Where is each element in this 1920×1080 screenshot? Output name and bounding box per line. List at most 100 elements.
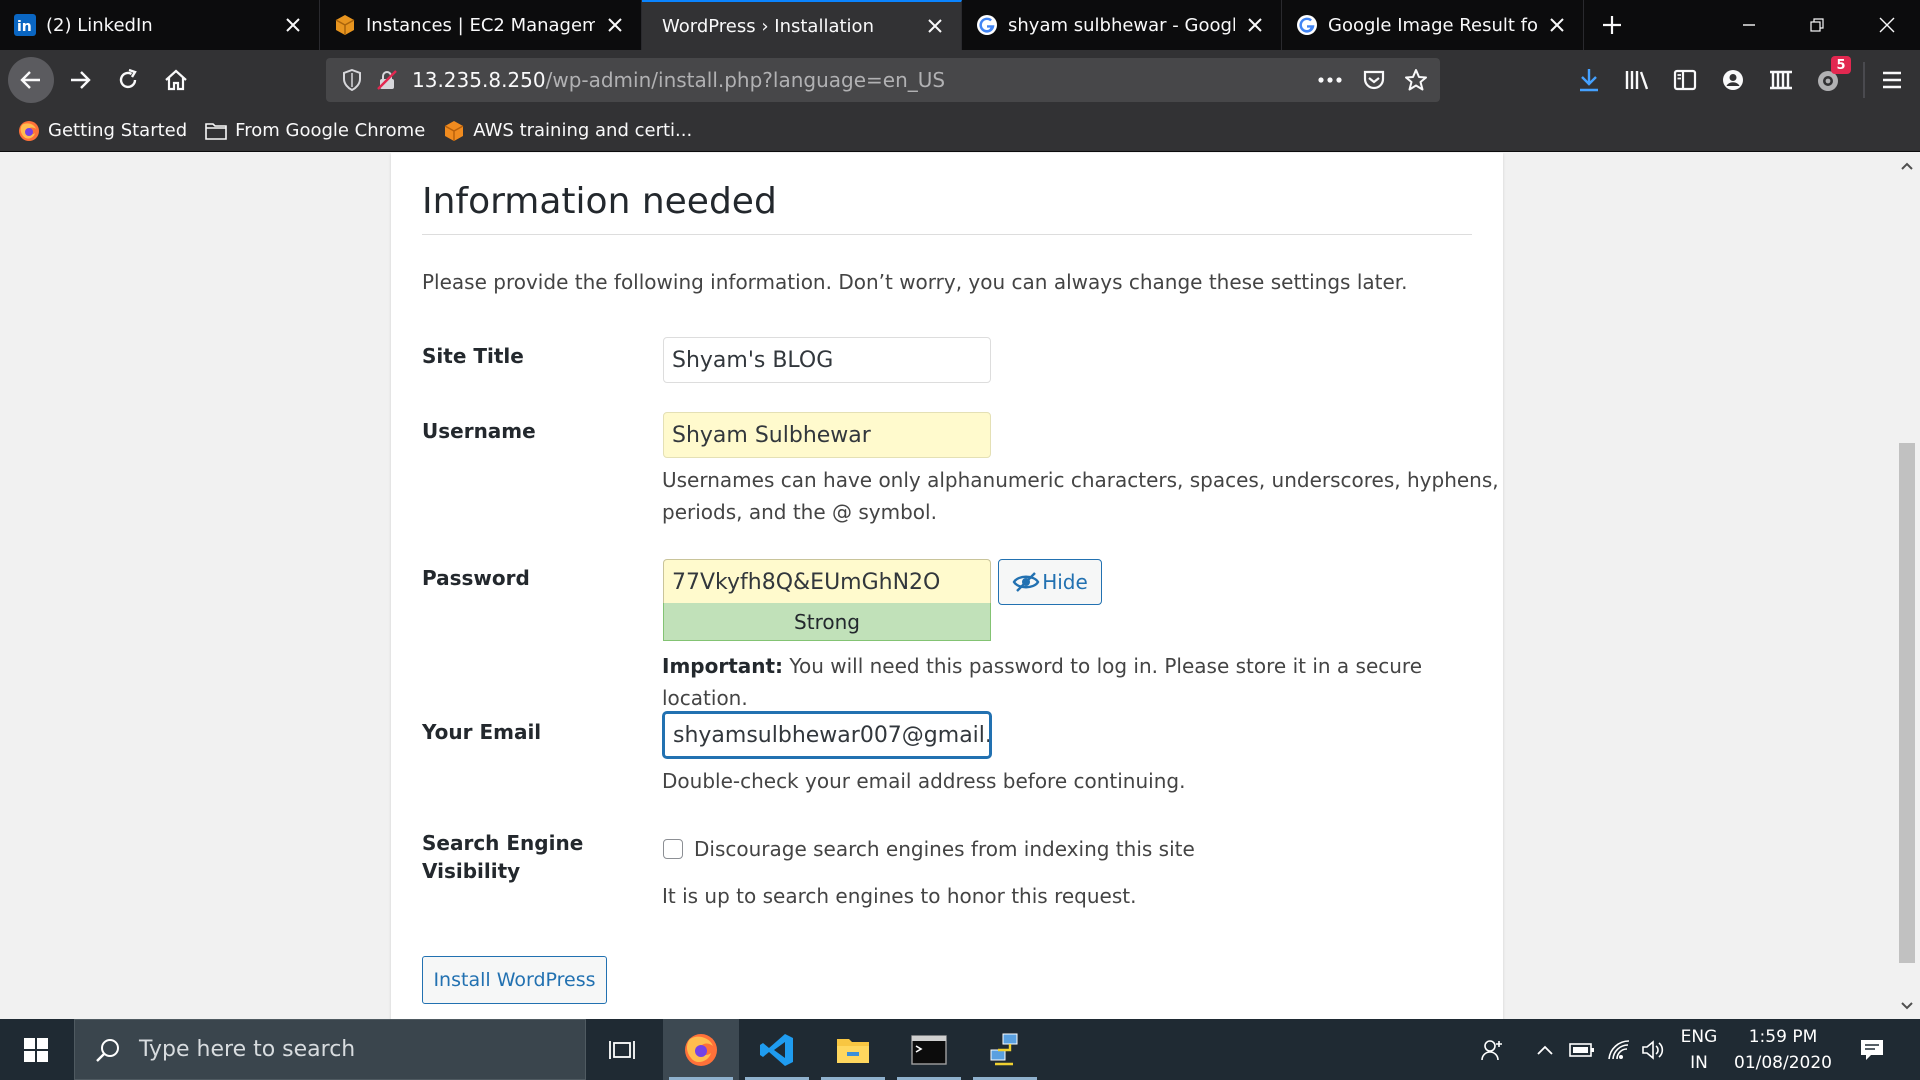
clock: 1:59 PM 01/08/2020 <box>1734 1024 1832 1076</box>
page-actions-icon[interactable] <box>1312 62 1348 98</box>
language-indicator: ENG IN <box>1681 1024 1718 1076</box>
plus-icon <box>1603 16 1621 34</box>
new-tab-button[interactable] <box>1584 0 1640 50</box>
home-icon <box>165 69 187 91</box>
close-tab-icon[interactable] <box>923 14 947 38</box>
tab-title: (2) LinkedIn <box>46 14 153 36</box>
tab-title: WordPress › Installation <box>662 15 874 37</box>
discourage-search-checkbox[interactable] <box>663 839 683 859</box>
close-tab-icon[interactable] <box>1545 13 1569 37</box>
bookmark-label: Getting Started <box>48 120 188 141</box>
action-center-button[interactable] <box>1852 1019 1892 1080</box>
bookmark-getting-started[interactable]: Getting Started <box>18 120 187 142</box>
url-path: /wp-admin/install.php?language=en_US <box>545 68 946 92</box>
address-bar[interactable]: 13.235.8.250/wp-admin/install.php?langua… <box>326 58 1440 102</box>
extension-button[interactable] <box>1763 62 1799 98</box>
scroll-thumb[interactable] <box>1899 443 1915 963</box>
vscode-icon <box>760 1033 793 1066</box>
library-icon <box>1625 71 1649 90</box>
scroll-up-arrow[interactable] <box>1894 155 1920 177</box>
chevron-down-icon <box>1901 1002 1913 1010</box>
task-view-icon <box>609 1040 635 1059</box>
battery-button[interactable] <box>1567 1019 1597 1080</box>
arrow-left-icon <box>20 71 40 89</box>
taskbar-terminal[interactable] <box>891 1019 967 1080</box>
clock-date: 01/08/2020 <box>1734 1052 1832 1073</box>
volume-icon <box>1642 1039 1664 1060</box>
reload-button[interactable] <box>108 60 148 100</box>
close-tab-icon[interactable] <box>1243 13 1267 37</box>
install-wordpress-button[interactable]: Install WordPress <box>422 956 607 1004</box>
taskbar-vscode[interactable] <box>739 1019 815 1080</box>
forward-button[interactable] <box>60 60 100 100</box>
discourage-search-label[interactable]: Discourage search engines from indexing … <box>694 833 1195 865</box>
close-window-button[interactable] <box>1852 0 1920 50</box>
language-code: ENG <box>1680 1026 1718 1047</box>
url-host: 13.235.8.250 <box>412 68 546 92</box>
close-tab-icon[interactable] <box>281 13 305 37</box>
tab-google-search[interactable]: shyam sulbhewar - Google Se <box>962 0 1282 50</box>
bookmark-star-icon[interactable] <box>1398 62 1434 98</box>
svg-text:in: in <box>17 19 32 35</box>
library-button[interactable] <box>1619 62 1655 98</box>
sidebar-button[interactable] <box>1667 62 1703 98</box>
tab-ec2[interactable]: Instances | EC2 Management <box>320 0 642 50</box>
intro-text: Please provide the following information… <box>422 270 1408 294</box>
notification-badge: 5 <box>1831 56 1851 74</box>
hide-password-button[interactable]: Hide <box>998 559 1102 605</box>
password-important-note: Important: You will need this password t… <box>662 650 1503 714</box>
file-explorer-icon <box>837 1038 869 1063</box>
bookmark-aws-training[interactable]: AWS training and certi... <box>443 120 692 142</box>
pocket-icon[interactable] <box>1356 62 1392 98</box>
minimize-button[interactable] <box>1714 0 1784 50</box>
page-scrollbar[interactable] <box>1894 153 1920 1019</box>
close-tab-icon[interactable] <box>603 13 627 37</box>
install-form-card: Information needed Please provide the fo… <box>391 153 1503 1019</box>
input-language-button[interactable]: ENG IN <box>1674 1019 1724 1080</box>
password-label: Password <box>422 566 530 590</box>
terminal-icon <box>911 1034 947 1065</box>
search-icon <box>96 1038 119 1062</box>
clock-button[interactable]: 1:59 PM 01/08/2020 <box>1730 1019 1836 1080</box>
password-input[interactable]: 77Vkyfh8Q&EUmGhN2O <box>663 559 991 605</box>
home-button[interactable] <box>156 60 196 100</box>
shield-icon[interactable] <box>334 58 370 102</box>
visibility-label-line1: Search Engine <box>422 831 584 855</box>
taskbar-file-explorer[interactable] <box>815 1019 891 1080</box>
notification-center-icon <box>1861 1039 1883 1060</box>
account-icon <box>1723 70 1743 90</box>
username-help-line2: periods, and the @ symbol. <box>662 500 937 524</box>
show-hidden-icons-button[interactable] <box>1530 1019 1560 1080</box>
menu-button[interactable] <box>1874 62 1910 98</box>
insecure-lock-icon[interactable] <box>370 58 404 102</box>
scroll-down-arrow[interactable] <box>1894 995 1920 1017</box>
restore-button[interactable] <box>1782 0 1852 50</box>
taskbar-firefox[interactable] <box>663 1019 739 1080</box>
account-button[interactable] <box>1715 62 1751 98</box>
wifi-button[interactable] <box>1604 1019 1634 1080</box>
username-input[interactable]: Shyam Sulbhewar <box>663 412 991 458</box>
start-button[interactable] <box>0 1019 72 1080</box>
google-icon <box>976 14 998 36</box>
addon-button[interactable]: 5 <box>1811 56 1851 98</box>
site-title-input[interactable]: Shyam's BLOG <box>663 337 991 383</box>
back-button[interactable] <box>8 57 54 103</box>
tab-strip: in (2) LinkedIn Instances | EC2 Manageme… <box>0 0 1920 50</box>
people-button[interactable] <box>1474 1019 1510 1080</box>
taskbar-search-box[interactable]: Type here to search <box>74 1019 586 1080</box>
task-view-button[interactable] <box>586 1019 658 1080</box>
region-code: IN <box>1690 1052 1708 1073</box>
tab-linkedin[interactable]: in (2) LinkedIn <box>0 0 320 50</box>
bookmark-folder-google-chrome[interactable]: From Google Chrome <box>205 120 425 142</box>
tab-google-image[interactable]: Google Image Result for http <box>1282 0 1584 50</box>
downloads-button[interactable] <box>1571 62 1607 98</box>
tab-wordpress-installation[interactable]: WordPress › Installation <box>642 0 962 50</box>
email-input[interactable]: shyamsulbhewar007@gmail.com <box>663 712 991 758</box>
search-placeholder: Type here to search <box>139 1037 356 1062</box>
reload-icon <box>119 68 137 89</box>
windows-taskbar: Type here to search ENG IN 1:59 PM 01/08… <box>0 1019 1920 1080</box>
taskbar-network-app[interactable] <box>967 1019 1043 1080</box>
url-text[interactable]: 13.235.8.250/wp-admin/install.php?langua… <box>412 68 945 92</box>
volume-button[interactable] <box>1638 1019 1668 1080</box>
download-icon <box>1580 69 1598 92</box>
